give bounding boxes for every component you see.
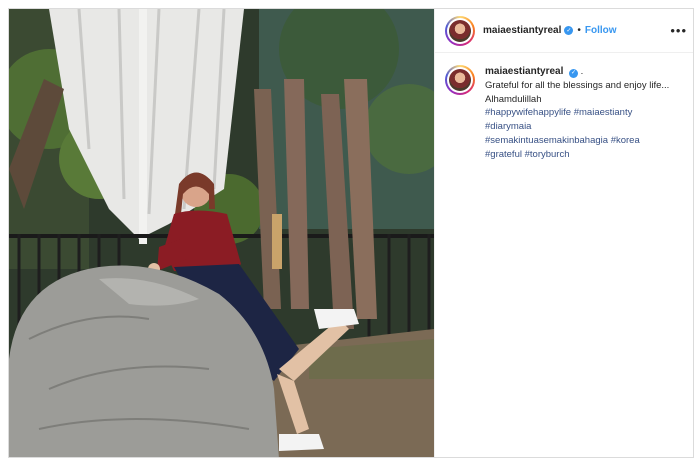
avatar[interactable] (445, 15, 475, 46)
separator-dot: • (577, 25, 581, 36)
caption-suffix: . (580, 66, 584, 77)
hashtag-line[interactable]: #semakintuasemakinbahagia #korea (485, 134, 685, 148)
caption-avatar[interactable] (445, 65, 475, 95)
hashtag-line[interactable]: #grateful #toryburch (485, 148, 685, 162)
caption-text-block: maiaestiantyreal ✓ . Grateful for all th… (485, 65, 685, 162)
post-header: maiaestiantyreal ✓ • Follow ••• (435, 9, 693, 53)
follow-button[interactable]: Follow (585, 25, 617, 36)
instagram-post: maiaestiantyreal ✓ • Follow ••• maiaesti… (8, 8, 694, 458)
post-side-panel: maiaestiantyreal ✓ • Follow ••• maiaesti… (434, 9, 693, 457)
verified-badge-icon: ✓ (564, 26, 574, 35)
caption-body: Grateful for all the blessings and enjoy… (485, 79, 670, 105)
post-image (9, 9, 434, 457)
post-caption: maiaestiantyreal ✓ . Grateful for all th… (435, 53, 693, 162)
post-photo[interactable] (9, 9, 434, 457)
hashtag-line[interactable]: #happywifehappylife #maiaestianty (485, 106, 685, 120)
hashtag-line[interactable]: #diarymaia (485, 120, 685, 134)
username[interactable]: maiaestiantyreal (483, 25, 561, 36)
more-options-icon[interactable]: ••• (670, 23, 687, 38)
caption-username[interactable]: maiaestiantyreal (485, 66, 563, 77)
caption-verified-badge-icon: ✓ (569, 68, 579, 78)
